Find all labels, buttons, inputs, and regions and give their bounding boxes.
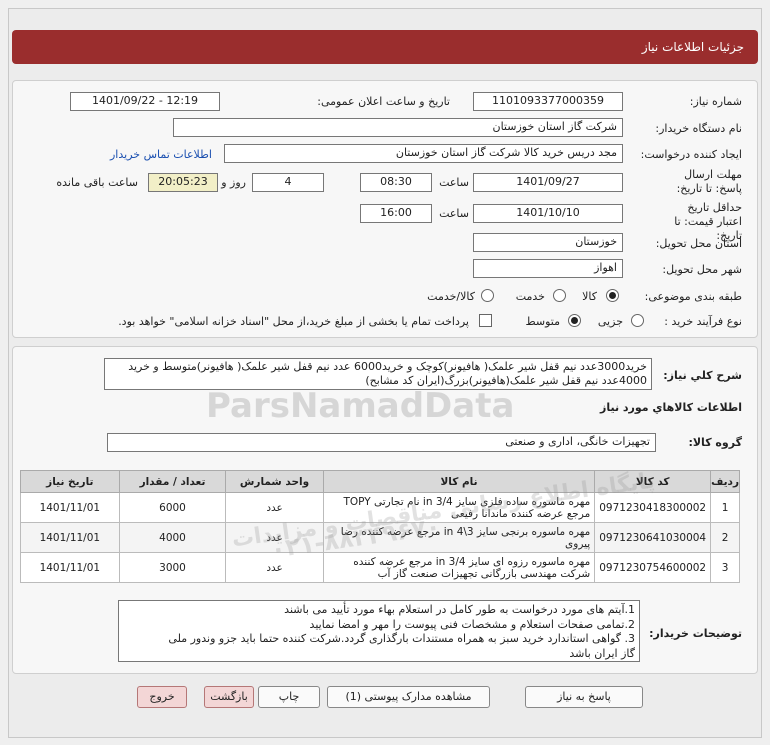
category-label: طبقه بندی موضوعی: (644, 290, 742, 303)
announce-label: تاریخ و ساعت اعلان عمومی: (317, 95, 450, 108)
col-name: نام کالا (322, 470, 596, 493)
process-minor-radio[interactable] (631, 314, 644, 327)
need-number-label: شماره نیاز: (689, 95, 742, 108)
category-service-radio[interactable] (553, 289, 566, 302)
days-remaining-field: 4 (252, 173, 324, 192)
row-index: 3 (710, 552, 740, 583)
page-header: جزئیات اطلاعات نیاز (12, 30, 758, 64)
validity-hour-label: ساعت (439, 207, 469, 220)
send-time-field: 08:30 (360, 173, 432, 192)
row-code: 0971230418300002 (594, 492, 712, 523)
col-code: کد کالا (594, 470, 712, 493)
announce-field: 1401/09/22 - 12:19 (70, 92, 220, 111)
city-field: اهواز (473, 259, 623, 278)
goods-table: ردیف کد کالا نام کالا واحد شمارش تعداد /… (20, 470, 740, 583)
row-qty: 4000 (118, 522, 227, 553)
province-label: استان محل تحویل: (655, 237, 742, 250)
page-title: جزئیات اطلاعات نیاز (641, 40, 744, 54)
remaining-time-field: 20:05:23 (148, 173, 218, 192)
row-name: مهره ماسوره برنجی سایز 3\4 in مرجع عرضه … (322, 522, 596, 553)
note-line: 2.تمامی صفحات استعلام و مشخصات فنی پیوست… (309, 617, 635, 631)
category-goods-label: کالا (582, 290, 597, 303)
remaining-label: ساعت باقی مانده (56, 176, 138, 189)
category-goods-radio[interactable] (606, 289, 619, 302)
send-hour-label: ساعت (439, 176, 469, 189)
row-unit: عدد (225, 552, 324, 583)
row-code: 0971230641030004 (594, 522, 712, 553)
exit-button[interactable]: خروج (137, 686, 187, 708)
process-medium-label: متوسط (525, 315, 560, 328)
reply-button[interactable]: پاسخ به نیاز (525, 686, 643, 708)
city-label: شهر محل تحویل: (662, 263, 742, 276)
send-date-field: 1401/09/27 (473, 173, 623, 192)
goods-group-field: تجهیزات خانگی، اداری و صنعتی (107, 433, 656, 452)
row-name: مهره ماسوره رزوه ای سایز 3/4 in مرجع عرض… (322, 552, 596, 583)
table-row: 2 0971230641030004 مهره ماسوره برنجی سای… (20, 522, 740, 553)
row-date: 1401/11/01 (20, 552, 120, 583)
process-medium-radio[interactable] (568, 314, 581, 327)
row-unit: عدد (225, 492, 324, 523)
send-deadline-label: مهلت ارسال پاسخ: تا تاریخ: (676, 168, 742, 195)
col-unit: واحد شمارش (225, 470, 324, 493)
process-label: نوع فرآیند خرید : (664, 315, 742, 328)
row-index: 1 (710, 492, 740, 523)
row-qty: 3000 (118, 552, 227, 583)
buyer-notes-label: توضیحات خریدار: (649, 627, 742, 640)
row-name: مهره ماسوره ساده فلزی سایز 3/4 in نام تج… (322, 492, 596, 523)
note-line: 3. گواهی استاندارد خرید سبز به همراه مست… (168, 632, 635, 645)
row-index: 2 (710, 522, 740, 553)
goods-section-title: اطلاعات کالاهاي مورد نياز (600, 401, 742, 414)
row-date: 1401/11/01 (20, 492, 120, 523)
print-button[interactable]: چاپ (258, 686, 320, 708)
category-both-radio[interactable] (481, 289, 494, 302)
view-attachments-button[interactable]: مشاهده مدارک پیوستی (1) (327, 686, 490, 708)
note-line: 1.آیتم های مورد درخواست به طور کامل در ا… (284, 603, 635, 616)
process-minor-label: جزیی (597, 315, 623, 328)
days-label: روز و (221, 176, 246, 189)
back-button[interactable]: بازگشت (204, 686, 254, 708)
col-index: ردیف (710, 470, 740, 493)
treasury-payment-checkbox[interactable] (479, 314, 492, 327)
table-row: 3 0971230754600002 مهره ماسوره رزوه ای س… (20, 552, 740, 583)
note-line: گاز ایران باشد (569, 646, 635, 660)
creator-field: مجد دریس خرید کالا شرکت گاز استان خوزستا… (224, 144, 623, 163)
table-row: 1 0971230418300002 مهره ماسوره ساده فلزی… (20, 492, 740, 523)
goods-table-header: ردیف کد کالا نام کالا واحد شمارش تعداد /… (20, 470, 740, 493)
buyer-notes-field: 1.آیتم های مورد درخواست به طور کامل در ا… (118, 600, 640, 662)
category-service-label: خدمت (515, 290, 545, 303)
row-unit: عدد (225, 522, 324, 553)
need-number-field: 1101093377000359 (473, 92, 623, 111)
creator-label: ایجاد کننده درخواست: (640, 148, 742, 161)
contact-buyer-link[interactable]: اطلاعات تماس خریدار (110, 148, 212, 161)
buyer-org-field: شرکت گاز استان خوزستان (173, 118, 623, 137)
payment-note: پرداخت تمام یا بخشی از مبلغ خرید،از محل … (118, 315, 469, 328)
category-both-label: کالا/خدمت (427, 290, 475, 303)
col-qty: تعداد / مقدار (118, 470, 227, 493)
description-label: شرح کلي نياز: (663, 369, 742, 382)
description-field: خرید3000عدد نیم قفل شیر علمک( هافیونر)کو… (104, 358, 652, 390)
validity-time-field: 16:00 (360, 204, 432, 223)
row-code: 0971230754600002 (594, 552, 712, 583)
validity-date-field: 1401/10/10 (473, 204, 623, 223)
buyer-org-label: نام دستگاه خریدار: (655, 122, 742, 135)
col-date: تاریخ نیاز (20, 470, 120, 493)
province-field: خوزستان (473, 233, 623, 252)
row-qty: 6000 (118, 492, 227, 523)
row-date: 1401/11/01 (20, 522, 120, 553)
goods-group-label: گروه کالا: (688, 436, 742, 449)
